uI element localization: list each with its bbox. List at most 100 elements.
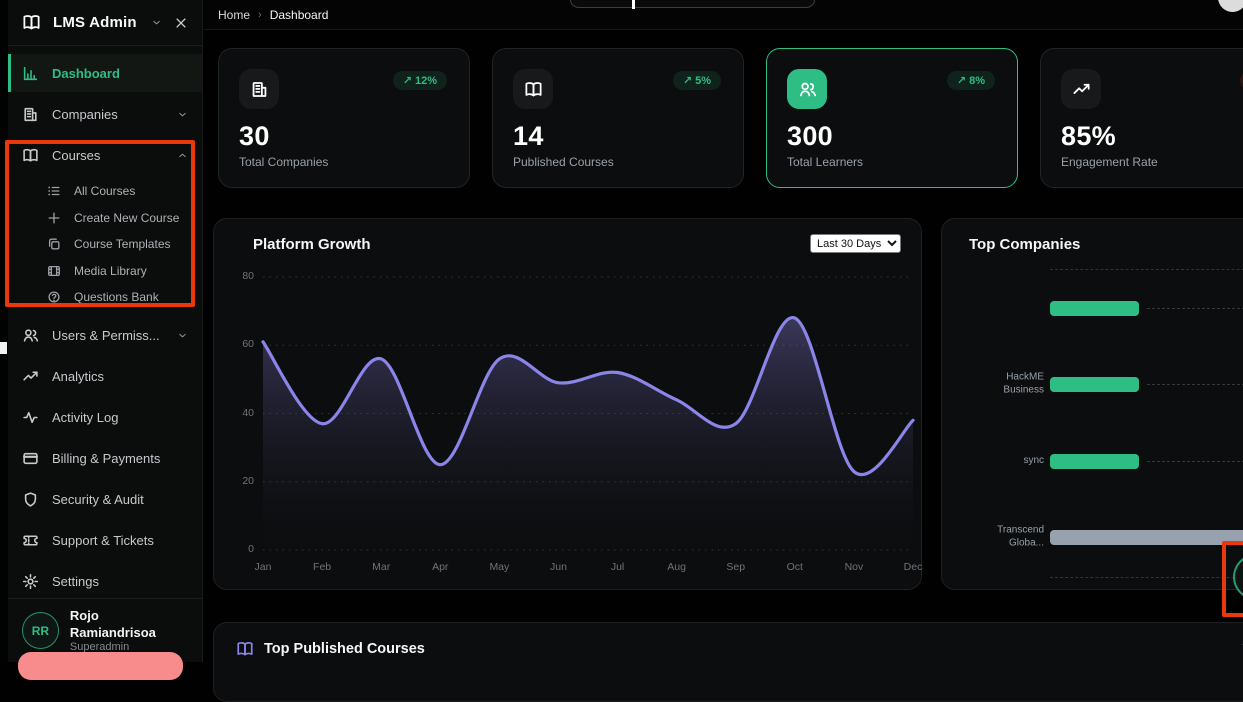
sidebar-item-label: Support & Tickets	[52, 533, 154, 548]
trend-badge: ↗ 12%	[393, 71, 447, 90]
growth-area	[263, 318, 913, 550]
top-published-courses-panel: Top Published Courses View All	[213, 622, 1243, 702]
cursor-artifact	[0, 342, 7, 354]
sidebar-subnav-courses: All Courses Create New Course Course Templ…	[8, 177, 202, 314]
stat-value: 30	[239, 121, 449, 152]
sidebar-item-label: Courses	[52, 148, 100, 163]
sidebar-header: LMS Admin	[8, 0, 202, 46]
x-axis-tick: Jul	[611, 561, 624, 573]
company-label: HackME Business	[966, 372, 1044, 397]
plus-icon	[47, 211, 61, 225]
sidebar-item-support-tickets[interactable]: Support & Tickets	[8, 522, 202, 560]
header-avatar[interactable]	[1218, 0, 1243, 12]
sidebar-subitem-media-library[interactable]: Media Library	[8, 258, 202, 285]
y-axis-tick: 80	[222, 270, 254, 282]
sidebar-item-companies[interactable]: Companies	[8, 95, 202, 133]
gear-icon	[22, 573, 39, 590]
trend-badge: ↗ 5%	[673, 71, 721, 90]
trending-up-icon	[1072, 80, 1091, 99]
company-label: sync	[966, 455, 1044, 468]
users-icon	[798, 80, 817, 99]
book-open-icon	[22, 147, 39, 164]
bar-leader-line	[1147, 308, 1243, 309]
x-axis-tick: Feb	[313, 561, 331, 573]
list-icon	[47, 184, 61, 198]
sidebar-subitem-label: All Courses	[74, 184, 135, 198]
sidebar-item-security-audit[interactable]: Security & Audit	[8, 481, 202, 519]
sidebar-item-label: Users & Permiss...	[52, 328, 160, 343]
chevron-down-icon	[177, 109, 188, 120]
sidebar-item-label: Analytics	[52, 369, 104, 384]
breadcrumb-separator: ›	[258, 9, 262, 21]
sidebar-item-label: Companies	[52, 107, 118, 122]
company-bar-row	[966, 288, 1243, 328]
chevron-down-icon	[177, 330, 188, 341]
x-axis-tick: Jan	[255, 561, 272, 573]
building-icon	[22, 106, 39, 123]
building-icon	[250, 80, 269, 99]
sidebar-item-activity-log[interactable]: Activity Log	[8, 399, 202, 437]
sidebar-subitem-create-new-course[interactable]: Create New Course	[8, 205, 202, 232]
text-caret	[632, 0, 635, 9]
x-axis-tick: Aug	[667, 561, 686, 573]
app-title: LMS Admin	[53, 14, 137, 31]
topbar: Home › Dashboard	[204, 0, 1243, 30]
growth-chart	[263, 277, 913, 550]
stat-label: Total Companies	[239, 155, 449, 169]
company-label: Transcend Globa...	[966, 525, 1044, 550]
credit-card-icon	[22, 450, 39, 467]
sidebar-item-label: Activity Log	[52, 410, 118, 425]
y-axis-tick: 40	[222, 407, 254, 419]
close-icon[interactable]	[174, 16, 188, 30]
sidebar-item-billing-payments[interactable]: Billing & Payments	[8, 440, 202, 478]
sidebar-subitem-all-courses[interactable]: All Courses	[8, 178, 202, 205]
panel-title-platform-growth: Platform Growth	[253, 236, 371, 253]
sidebar-subitem-label: Questions Bank	[74, 290, 159, 304]
stat-icon-box	[239, 69, 279, 109]
book-open-icon	[524, 80, 543, 99]
growth-x-axis: JanFebMarAprMayJunJulAugSepOctNovDec	[263, 561, 913, 575]
company-bar	[1050, 377, 1139, 392]
company-bar-row: Transcend Globa...	[966, 517, 1243, 557]
sidebar-item-settings[interactable]: Settings	[8, 563, 202, 601]
y-axis-tick: 0	[222, 543, 254, 555]
x-axis-tick: Mar	[372, 561, 390, 573]
trending-up-icon	[22, 368, 39, 385]
top-companies-panel: Top Companies HackME BusinesssyncTransce…	[941, 218, 1243, 590]
chevron-down-icon[interactable]	[151, 17, 162, 28]
sidebar-item-dashboard[interactable]: Dashboard	[8, 54, 202, 92]
sidebar: LMS Admin Dashboard Companies Courses All C…	[8, 0, 203, 662]
x-axis-tick: Dec	[904, 561, 923, 573]
stat-icon-box	[1061, 69, 1101, 109]
sidebar-subitem-label: Create New Course	[74, 211, 179, 225]
sidebar-item-courses[interactable]: Courses	[8, 136, 202, 174]
logout-button[interactable]	[18, 652, 183, 680]
sidebar-item-users-permissions[interactable]: Users & Permiss...	[8, 317, 202, 355]
stat-card-published-courses: ↗ 5%14Published Courses	[492, 48, 744, 188]
x-axis-tick: Jun	[550, 561, 567, 573]
x-axis-tick: Nov	[845, 561, 864, 573]
ticket-icon	[22, 532, 39, 549]
search-input[interactable]	[570, 0, 815, 8]
stat-card-total-companies: ↗ 12% 30 Total Companies	[218, 48, 470, 188]
stat-icon-box	[513, 69, 553, 109]
bar-leader-line	[1147, 461, 1243, 462]
company-bar-row: sync	[966, 441, 1243, 481]
stat-label: Published Courses	[513, 155, 723, 169]
stat-value: 85%	[1061, 121, 1243, 152]
sidebar-subitem-course-templates[interactable]: Course Templates	[8, 231, 202, 258]
sidebar-subitem-questions-bank[interactable]: Questions Bank	[8, 284, 202, 311]
sidebar-item-label: Billing & Payments	[52, 451, 160, 466]
sidebar-item-analytics[interactable]: Analytics	[8, 358, 202, 396]
sidebar-subitem-label: Course Templates	[74, 237, 171, 251]
user-name: Rojo Ramiandrisoa	[70, 608, 188, 641]
breadcrumb-home[interactable]: Home	[218, 8, 250, 22]
y-axis-tick: 20	[222, 475, 254, 487]
breadcrumb: Home › Dashboard	[218, 0, 328, 30]
y-axis-tick: 60	[222, 338, 254, 350]
stat-label: Engagement Rate	[1061, 155, 1243, 169]
window-edge-strip	[0, 0, 8, 662]
sidebar-item-label: Dashboard	[52, 66, 120, 81]
time-range-select[interactable]: Last 30 Days	[810, 234, 901, 253]
sidebar-subitem-label: Media Library	[74, 264, 147, 278]
